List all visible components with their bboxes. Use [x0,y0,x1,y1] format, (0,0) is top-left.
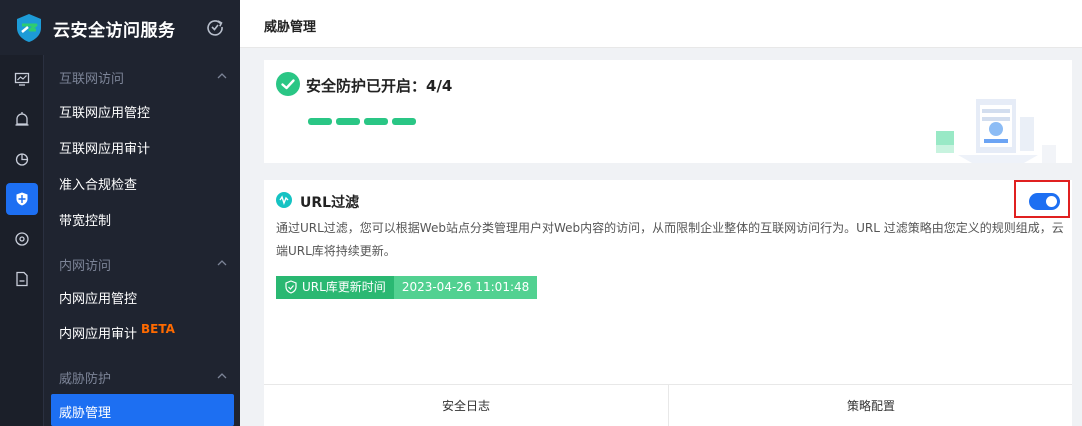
security-log-button[interactable]: 安全日志 [264,385,668,426]
protection-status-text: 安全防护已开启：4/4 [306,77,453,95]
app-title: 云安全访问服务 [53,21,176,41]
url-filter-toggle[interactable] [1029,193,1060,210]
menu-item-threat-management[interactable]: 威胁管理 [51,394,234,426]
menu-item-compliance-check[interactable]: 准入合规检查 [59,174,137,193]
toggle-knob [1046,196,1057,207]
document-icon [16,271,28,287]
refresh-icon[interactable] [205,17,225,37]
server-illustration-icon [936,99,1056,163]
url-filter-description: 通过URL过滤，您可以根据Web站点分类管理用户对Web内容的访问，从而限制企业… [276,221,1064,258]
toggle-highlight [1014,180,1070,218]
menu-item-bandwidth-control[interactable]: 带宽控制 [59,210,111,229]
menu-item-intranet-app-audit[interactable]: 内网应用审计 BETA [59,322,175,342]
progress-segment [308,118,332,125]
chevron-up-icon[interactable] [216,70,228,82]
progress-segment [336,118,360,125]
rail-item-settings[interactable] [6,223,38,255]
chevron-up-icon[interactable] [216,257,228,269]
menu-item-internet-app-audit[interactable]: 互联网应用审计 [59,138,150,157]
menu-item-label: 威胁管理 [59,406,112,421]
menu-group-threat[interactable]: 威胁防护 [59,368,111,387]
rail-item-alerts[interactable] [6,103,38,135]
menu-group-intranet[interactable]: 内网访问 [59,255,111,274]
progress-segment [392,118,416,125]
url-filter-card: URL过滤 通过URL过滤，您可以根据Web站点分类管理用户对Web内容的访问，… [264,180,1072,426]
update-time-tag: URL库更新时间 2023-04-26 11:01:48 [276,276,538,299]
settings-icon [15,232,29,246]
menu-group-internet[interactable]: 互联网访问 [59,68,124,87]
top-bar: 威胁管理 [240,0,1082,48]
url-filter-icon [276,192,292,208]
update-label-text: URL库更新时间 [302,280,386,294]
rail-item-dashboard[interactable] [6,63,38,95]
url-filter-title: URL过滤 [300,195,360,211]
beta-badge: BETA [141,322,175,336]
protection-status-card: 安全防护已开启：4/4 [264,60,1072,163]
alarm-icon [15,112,29,126]
policy-config-button[interactable]: 策略配置 [669,385,1073,426]
brand-header: 云安全访问服务 [0,0,240,55]
check-circle-icon [276,72,300,96]
shield-check-icon [285,280,297,294]
monitor-icon [14,72,30,86]
shield-logo-icon [17,14,41,42]
menu-item-internet-app-control[interactable]: 互联网应用管控 [59,102,150,121]
shield-icon [16,192,28,206]
pie-chart-icon [15,153,29,166]
chevron-up-icon[interactable] [216,370,228,382]
side-menu: 互联网访问 互联网应用管控 互联网应用审计 准入合规检查 带宽控制 内网访问 内… [45,55,240,426]
icon-rail [0,55,44,426]
menu-item-label: 内网应用审计 [59,327,138,342]
update-label: URL库更新时间 [276,276,394,299]
sidebar: 云安全访问服务 互联网访问 互联网应用管控 互联网应用审计 准入合规检查 带宽控… [0,0,240,426]
rail-item-security[interactable] [6,183,38,215]
protection-progress [308,118,416,125]
card-footer: 安全日志 策略配置 [264,384,1072,426]
rail-item-reports[interactable] [6,143,38,175]
progress-segment [364,118,388,125]
update-time-value: 2023-04-26 11:01:48 [393,276,538,299]
rail-item-documents[interactable] [6,263,38,295]
page-title: 威胁管理 [264,20,317,35]
menu-item-intranet-app-control[interactable]: 内网应用管控 [59,288,137,307]
